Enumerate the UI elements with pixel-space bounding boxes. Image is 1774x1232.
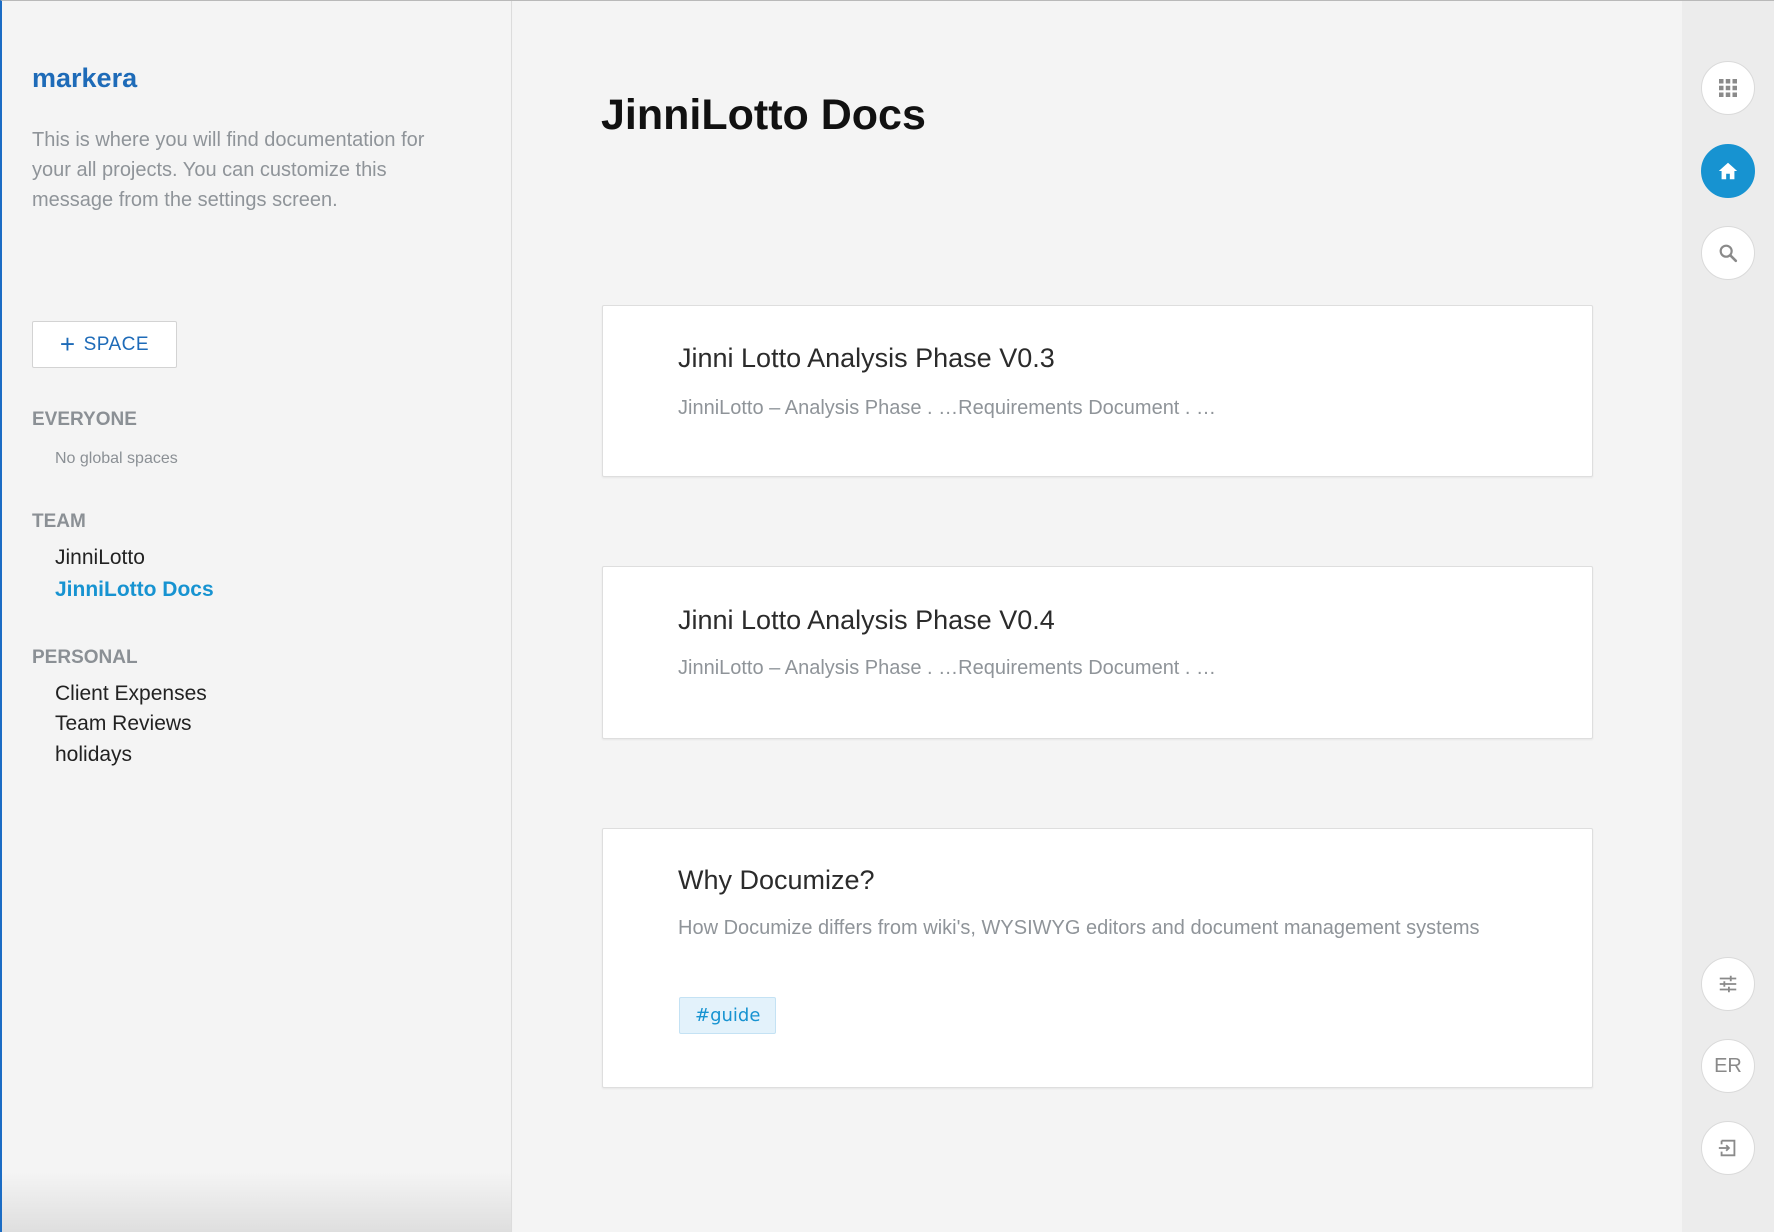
document-card[interactable]: Why Documize? How Documize differs from … [602, 828, 1593, 1088]
no-global-spaces-note: No global spaces [55, 450, 178, 467]
document-excerpt: JinniLotto – Analysis Phase . …Requireme… [678, 397, 1217, 419]
org-name[interactable]: markera [32, 63, 137, 94]
add-space-button[interactable]: + SPACE [32, 321, 177, 368]
search-icon [1719, 244, 1738, 263]
org-message: This is where you will find documentatio… [32, 129, 425, 211]
section-title-team: TEAM [32, 511, 86, 532]
tag-guide[interactable]: #guide [679, 997, 777, 1034]
document-title[interactable]: Why Documize? [678, 865, 875, 896]
sidebar-item-client-expenses[interactable]: Client Expenses [55, 682, 207, 706]
apps-grid-button[interactable] [1701, 61, 1755, 115]
settings-button[interactable] [1701, 957, 1755, 1011]
search-button[interactable] [1701, 226, 1755, 280]
sidebar-item-jinnilotto-docs[interactable]: JinniLotto Docs [55, 578, 214, 602]
home-button[interactable] [1701, 144, 1755, 198]
sidebar-item-holidays[interactable]: holidays [55, 743, 132, 767]
sidebar-item-team-reviews[interactable]: Team Reviews [55, 712, 192, 736]
plus-icon: + [59, 328, 76, 359]
user-initials: ER [1714, 1054, 1742, 1077]
main-content: JinniLotto Docs Jinni Lotto Analysis Pha… [513, 1, 1683, 1232]
page-title: JinniLotto Docs [601, 91, 926, 139]
sidebar: markera This is where you will find docu… [2, 1, 512, 1232]
document-excerpt: How Documize differs from wiki's, WYSIWY… [678, 917, 1480, 939]
document-card[interactable]: Jinni Lotto Analysis Phase V0.3 JinniLot… [602, 305, 1593, 477]
apps-grid-icon [1719, 79, 1737, 97]
document-title[interactable]: Jinni Lotto Analysis Phase V0.4 [678, 605, 1055, 636]
right-rail: ER [1682, 1, 1774, 1232]
settings-sliders-icon [1719, 975, 1737, 993]
logout-button[interactable] [1701, 1121, 1755, 1175]
app-window: markera This is where you will find docu… [0, 0, 1774, 1232]
section-title-everyone: EVERYONE [32, 409, 137, 430]
document-excerpt: JinniLotto – Analysis Phase . …Requireme… [678, 657, 1217, 679]
home-icon [1718, 162, 1738, 180]
document-title[interactable]: Jinni Lotto Analysis Phase V0.3 [678, 343, 1055, 374]
document-card[interactable]: Jinni Lotto Analysis Phase V0.4 JinniLot… [602, 566, 1593, 739]
logout-icon [1718, 1139, 1736, 1157]
sidebar-footer-shadow [2, 1172, 512, 1232]
user-avatar[interactable]: ER [1701, 1039, 1755, 1093]
sidebar-item-jinnilotto[interactable]: JinniLotto [55, 546, 145, 570]
section-title-personal: PERSONAL [32, 647, 138, 668]
add-space-label: SPACE [83, 333, 150, 355]
